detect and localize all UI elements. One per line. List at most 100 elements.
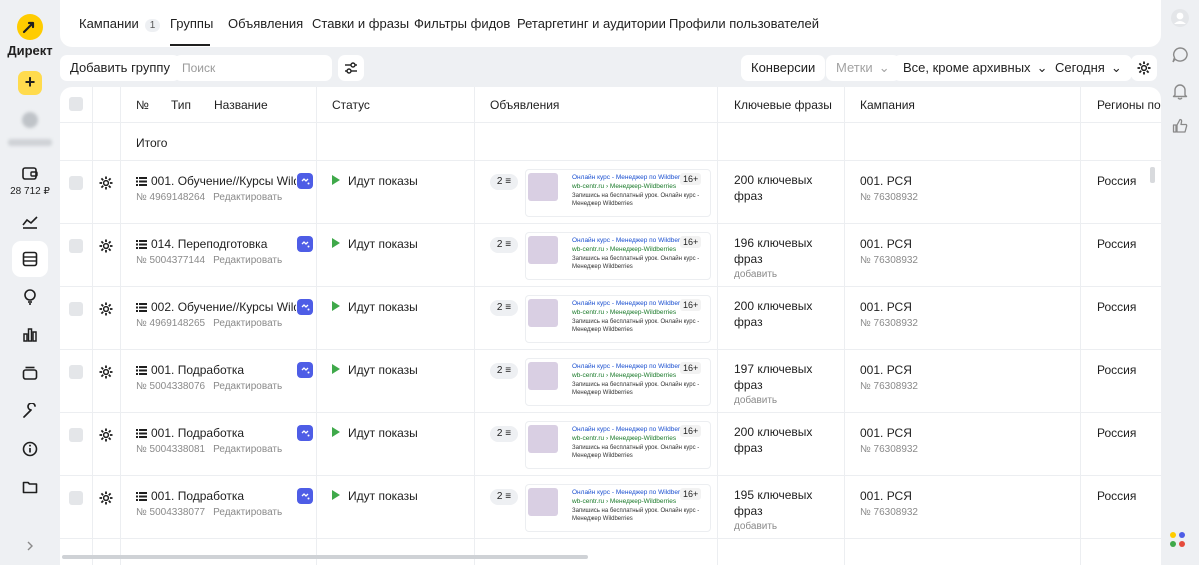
table-settings-button[interactable] xyxy=(1131,55,1157,81)
horizontal-scrollbar[interactable] xyxy=(62,555,588,559)
tab-retargeting[interactable]: Ретаргетинг и аудитории xyxy=(517,16,666,31)
keywords-count[interactable]: 200 ключевых фраз xyxy=(734,424,834,456)
header-regions[interactable]: Регионы пок xyxy=(1097,98,1161,112)
folder-icon[interactable] xyxy=(18,475,42,499)
direct-logo-icon[interactable] xyxy=(17,14,43,40)
add-keywords-link[interactable]: добавить xyxy=(734,269,777,280)
ads-count-badge[interactable]: 2 ≡ xyxy=(490,489,518,505)
row-checkbox[interactable] xyxy=(69,365,83,379)
group-name-link[interactable]: 001. Подработка xyxy=(136,489,296,503)
create-plus-button[interactable]: + xyxy=(18,71,42,95)
ad-preview-card[interactable]: Онлайн курс - Менеджер по Wildberries wb… xyxy=(525,295,711,343)
ads-count-badge[interactable]: 2 ≡ xyxy=(490,174,518,190)
ai-autotargeting-badge-icon[interactable] xyxy=(297,425,313,441)
info-icon[interactable] xyxy=(18,437,42,461)
notifications-bell-icon[interactable] xyxy=(1170,81,1190,101)
keywords-count[interactable]: 200 ключевых фраз xyxy=(734,172,834,204)
services-apps-icon[interactable] xyxy=(1168,530,1188,550)
campaign-name-link[interactable]: 001. РСЯ xyxy=(860,237,912,251)
ai-autotargeting-badge-icon[interactable] xyxy=(297,362,313,378)
ad-preview-card[interactable]: Онлайн курс - Менеджер по Wildberries wb… xyxy=(525,358,711,406)
ai-autotargeting-badge-icon[interactable] xyxy=(297,236,313,252)
ai-autotargeting-badge-icon[interactable] xyxy=(297,299,313,315)
keywords-count[interactable]: 195 ключевых фраз xyxy=(734,487,834,519)
add-keywords-link[interactable]: добавить xyxy=(734,521,777,532)
tab-bids-phrases[interactable]: Ставки и фразы xyxy=(312,16,409,31)
tab-campaigns[interactable]: Кампании 1 xyxy=(79,16,161,32)
wallet-icon[interactable] xyxy=(18,161,42,185)
add-keywords-link[interactable]: добавить xyxy=(734,395,777,406)
campaign-name-link[interactable]: 001. РСЯ xyxy=(860,363,912,377)
ai-autotargeting-badge-icon[interactable] xyxy=(297,173,313,189)
search-input[interactable]: Поиск xyxy=(174,55,332,81)
row-checkbox[interactable] xyxy=(69,491,83,505)
row-settings-gear-icon[interactable] xyxy=(99,365,113,379)
edit-link[interactable]: Редактировать xyxy=(213,444,282,455)
campaign-name-link[interactable]: 001. РСЯ xyxy=(860,489,912,503)
ads-count-badge[interactable]: 2 ≡ xyxy=(490,300,518,316)
campaign-name-link[interactable]: 001. РСЯ xyxy=(860,174,912,188)
tab-user-profiles[interactable]: Профили пользователей xyxy=(669,16,819,31)
row-checkbox[interactable] xyxy=(69,302,83,316)
ads-count-badge[interactable]: 2 ≡ xyxy=(490,363,518,379)
keywords-count[interactable]: 196 ключевых фраз xyxy=(734,235,834,267)
edit-link[interactable]: Редактировать xyxy=(213,381,282,392)
archive-filter-dropdown[interactable]: Все, кроме архивных ⌄ xyxy=(893,55,1058,81)
campaigns-list-icon[interactable] xyxy=(12,241,48,277)
header-ads[interactable]: Объявления xyxy=(490,98,559,112)
add-group-button[interactable]: Добавить группу xyxy=(60,55,180,81)
chat-icon[interactable] xyxy=(1170,45,1190,65)
tab-groups[interactable]: Группы xyxy=(170,16,213,31)
keywords-count[interactable]: 197 ключевых фраз xyxy=(734,361,834,393)
campaign-name-link[interactable]: 001. РСЯ xyxy=(860,426,912,440)
date-dropdown[interactable]: Сегодня ⌄ xyxy=(1045,55,1132,81)
ad-preview-card[interactable]: Онлайн курс - Менеджер по Wildberries wb… xyxy=(525,169,711,217)
statistics-icon[interactable] xyxy=(18,210,42,234)
edit-link[interactable]: Редактировать xyxy=(213,255,282,266)
tab-feed-filters[interactable]: Фильтры фидов xyxy=(414,16,510,31)
group-name-link[interactable]: 002. Обучение//Курсы Wildb xyxy=(136,300,296,314)
ads-count-badge[interactable]: 2 ≡ xyxy=(490,237,518,253)
expand-sidebar-chevron-icon[interactable] xyxy=(22,538,38,554)
edit-link[interactable]: Редактировать xyxy=(213,192,282,203)
row-settings-gear-icon[interactable] xyxy=(99,428,113,442)
group-name-link[interactable]: 014. Переподготовка xyxy=(136,237,296,251)
group-name-link[interactable]: 001. Обучение//Курсы Wildb xyxy=(136,174,296,188)
group-name-link[interactable]: 001. Подработка xyxy=(136,426,296,440)
header-keywords[interactable]: Ключевые фразы xyxy=(734,98,832,112)
row-checkbox[interactable] xyxy=(69,428,83,442)
row-settings-gear-icon[interactable] xyxy=(99,302,113,316)
thumbs-up-icon[interactable] xyxy=(1170,116,1190,136)
edit-link[interactable]: Редактировать xyxy=(213,507,282,518)
filter-settings-button[interactable] xyxy=(338,55,364,81)
conversions-button[interactable]: Конверсии xyxy=(741,55,826,81)
row-settings-gear-icon[interactable] xyxy=(99,491,113,505)
layers-icon[interactable] xyxy=(18,361,42,385)
labels-dropdown[interactable]: Метки ⌄ xyxy=(826,55,900,81)
campaign-name-link[interactable]: 001. РСЯ xyxy=(860,300,912,314)
ad-preview-card[interactable]: Онлайн курс - Менеджер по Wildberries wb… xyxy=(525,232,711,280)
vertical-scrollbar[interactable] xyxy=(1150,167,1155,183)
ads-count-badge[interactable]: 2 ≡ xyxy=(490,426,518,442)
lightbulb-icon[interactable] xyxy=(18,285,42,309)
row-settings-gear-icon[interactable] xyxy=(99,176,113,190)
reports-chart-icon[interactable] xyxy=(18,323,42,347)
wrench-icon[interactable] xyxy=(18,399,42,423)
edit-link[interactable]: Редактировать xyxy=(213,318,282,329)
ai-autotargeting-badge-icon[interactable] xyxy=(297,488,313,504)
group-name-link[interactable]: 001. Подработка xyxy=(136,363,296,377)
row-settings-gear-icon[interactable] xyxy=(99,239,113,253)
user-avatar-icon[interactable] xyxy=(1170,8,1190,28)
header-type[interactable]: Тип xyxy=(171,98,191,112)
header-status[interactable]: Статус xyxy=(332,98,370,112)
row-checkbox[interactable] xyxy=(69,239,83,253)
tab-ads[interactable]: Объявления xyxy=(228,16,303,31)
header-number[interactable]: № xyxy=(136,98,149,112)
ad-preview-card[interactable]: Онлайн курс - Менеджер по Wildberries wb… xyxy=(525,484,711,532)
header-campaign[interactable]: Кампания xyxy=(860,98,915,112)
row-checkbox[interactable] xyxy=(69,176,83,190)
ad-preview-card[interactable]: Онлайн курс - Менеджер по Wildberries wb… xyxy=(525,421,711,469)
keywords-count[interactable]: 200 ключевых фраз xyxy=(734,298,834,330)
header-name[interactable]: Название xyxy=(214,98,268,112)
account-avatar[interactable] xyxy=(22,112,38,128)
